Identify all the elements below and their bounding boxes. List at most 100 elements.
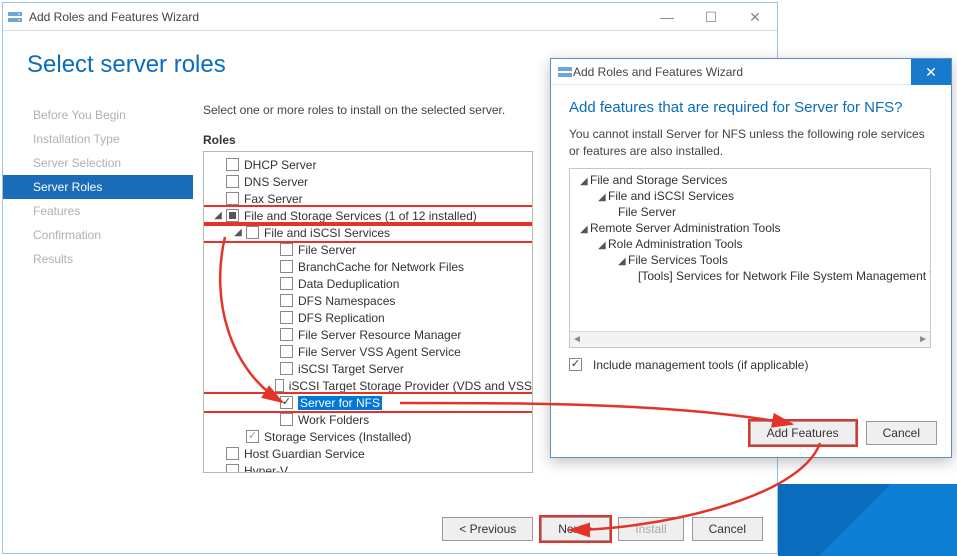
role-checkbox[interactable] [280, 294, 293, 307]
cancel-button[interactable]: Cancel [692, 517, 763, 541]
dialog-close-button[interactable]: ✕ [911, 59, 951, 85]
include-tools-checkbox[interactable] [569, 358, 582, 371]
dialog-buttons: Add Features Cancel [750, 421, 937, 445]
include-tools-row[interactable]: Include management tools (if applicable) [569, 358, 933, 372]
dependency-label: File Services Tools [628, 253, 728, 267]
role-row[interactable]: Server for NFS [204, 394, 532, 411]
add-features-button[interactable]: Add Features [750, 421, 856, 445]
role-row[interactable]: DFS Namespaces [204, 292, 532, 309]
role-row[interactable]: DFS Replication [204, 309, 532, 326]
role-row[interactable]: Hyper-V [204, 462, 532, 473]
sidebar-item-confirmation[interactable]: Confirmation [3, 223, 193, 247]
expander-icon: ◢ [618, 256, 628, 267]
close-button[interactable]: ✕ [733, 3, 777, 31]
desktop-background [778, 484, 957, 556]
role-checkbox[interactable] [226, 209, 239, 222]
role-checkbox[interactable] [280, 311, 293, 324]
role-label: DHCP Server [244, 158, 316, 172]
window-controls: — ☐ ✕ [645, 3, 777, 31]
dialog-paragraph: You cannot install Server for NFS unless… [569, 126, 933, 160]
expander-icon: ◢ [598, 240, 608, 251]
expander-icon: ◢ [580, 176, 590, 187]
next-button[interactable]: Next > [541, 517, 610, 541]
role-row[interactable]: ◢ File and Storage Services (1 of 12 inst… [204, 207, 532, 224]
role-checkbox[interactable] [280, 413, 293, 426]
scroll-left-icon[interactable]: ◄ [572, 334, 582, 345]
role-label: Storage Services (Installed) [264, 430, 411, 444]
dialog-heading: Add features that are required for Serve… [569, 99, 933, 116]
server-manager-icon [7, 9, 23, 25]
dependency-row: File Server [574, 205, 926, 221]
role-checkbox[interactable] [280, 277, 293, 290]
role-checkbox[interactable] [280, 396, 293, 409]
role-label: iSCSI Target Server [298, 362, 404, 376]
role-label: File Server VSS Agent Service [298, 345, 461, 359]
role-label: DFS Replication [298, 311, 385, 325]
install-button: Install [618, 517, 683, 541]
role-label: DFS Namespaces [298, 294, 395, 308]
sidebar-item-server-selection[interactable]: Server Selection [3, 151, 193, 175]
dependency-label: File and Storage Services [590, 173, 727, 187]
minimize-button[interactable]: — [645, 3, 689, 31]
sidebar-item-results[interactable]: Results [3, 247, 193, 271]
role-row[interactable]: File Server Resource Manager [204, 326, 532, 343]
role-checkbox[interactable] [226, 464, 239, 473]
role-row[interactable]: Host Guardian Service [204, 445, 532, 462]
sidebar-item-server-roles[interactable]: Server Roles [3, 175, 193, 199]
dialog-title: Add Roles and Features Wizard [573, 65, 743, 79]
roles-tree[interactable]: DHCP ServerDNS ServerFax Server◢File and… [203, 151, 533, 473]
previous-button[interactable]: < Previous [442, 517, 533, 541]
dependency-row: [Tools] Services for Network File System… [574, 269, 926, 285]
dependency-label: File and iSCSI Services [608, 189, 734, 203]
dialog-body: Add features that are required for Serve… [551, 85, 951, 382]
role-checkbox[interactable] [246, 430, 259, 443]
sidebar-item-installation-type[interactable]: Installation Type [3, 127, 193, 151]
role-label: Server for NFS [298, 396, 382, 410]
role-row[interactable]: DHCP Server [204, 156, 532, 173]
role-label: File and Storage Services (1 of 12 insta… [244, 209, 477, 223]
dialog-cancel-button[interactable]: Cancel [866, 421, 937, 445]
role-checkbox[interactable] [280, 328, 293, 341]
role-checkbox[interactable] [275, 379, 284, 392]
role-row[interactable]: Storage Services (Installed) [204, 428, 532, 445]
role-row[interactable]: DNS Server [204, 173, 532, 190]
role-checkbox[interactable] [226, 192, 239, 205]
role-row[interactable]: iSCSI Target Server [204, 360, 532, 377]
role-checkbox[interactable] [280, 345, 293, 358]
scroll-right-icon[interactable]: ► [918, 334, 928, 345]
sidebar-item-features[interactable]: Features [3, 199, 193, 223]
dialog-titlebar[interactable]: Add Roles and Features Wizard ✕ [551, 59, 951, 85]
role-checkbox[interactable] [226, 175, 239, 188]
role-row[interactable]: Work Folders [204, 411, 532, 428]
role-label: File Server [298, 243, 356, 257]
dependency-label: Remote Server Administration Tools [590, 221, 781, 235]
role-row[interactable]: Data Deduplication [204, 275, 532, 292]
titlebar[interactable]: Add Roles and Features Wizard — ☐ ✕ [3, 3, 777, 31]
dependency-label: [Tools] Services for Network File System… [638, 269, 931, 283]
role-label: File and iSCSI Services [264, 226, 390, 240]
role-checkbox[interactable] [246, 226, 259, 239]
maximize-button[interactable]: ☐ [689, 3, 733, 31]
sidebar-item-before-you-begin[interactable]: Before You Begin [3, 103, 193, 127]
role-row[interactable]: iSCSI Target Storage Provider (VDS and V… [204, 377, 532, 394]
role-checkbox[interactable] [226, 158, 239, 171]
dependency-row: ◢Remote Server Administration Tools [574, 221, 926, 237]
role-row[interactable]: Fax Server [204, 190, 532, 207]
sidebar: Before You BeginInstallation TypeServer … [3, 103, 193, 271]
role-row[interactable]: ◢ File and iSCSI Services [204, 224, 532, 241]
role-checkbox[interactable] [280, 243, 293, 256]
role-row[interactable]: BranchCache for Network Files [204, 258, 532, 275]
role-row[interactable]: File Server [204, 241, 532, 258]
role-checkbox[interactable] [280, 260, 293, 273]
role-checkbox[interactable] [280, 362, 293, 375]
dependency-label: Role Administration Tools [608, 237, 743, 251]
dependency-row: ◢Role Administration Tools [574, 237, 926, 253]
role-row[interactable]: File Server VSS Agent Service [204, 343, 532, 360]
role-checkbox[interactable] [226, 447, 239, 460]
dependency-label: File Server [618, 205, 676, 219]
role-label: Data Deduplication [298, 277, 399, 291]
expander-icon[interactable]: ◢ [232, 227, 244, 238]
dependencies-tree[interactable]: ◢File and Storage Services◢File and iSCS… [569, 168, 931, 348]
expander-icon[interactable]: ◢ [212, 210, 224, 221]
horizontal-scrollbar[interactable]: ◄ ► [570, 331, 930, 347]
